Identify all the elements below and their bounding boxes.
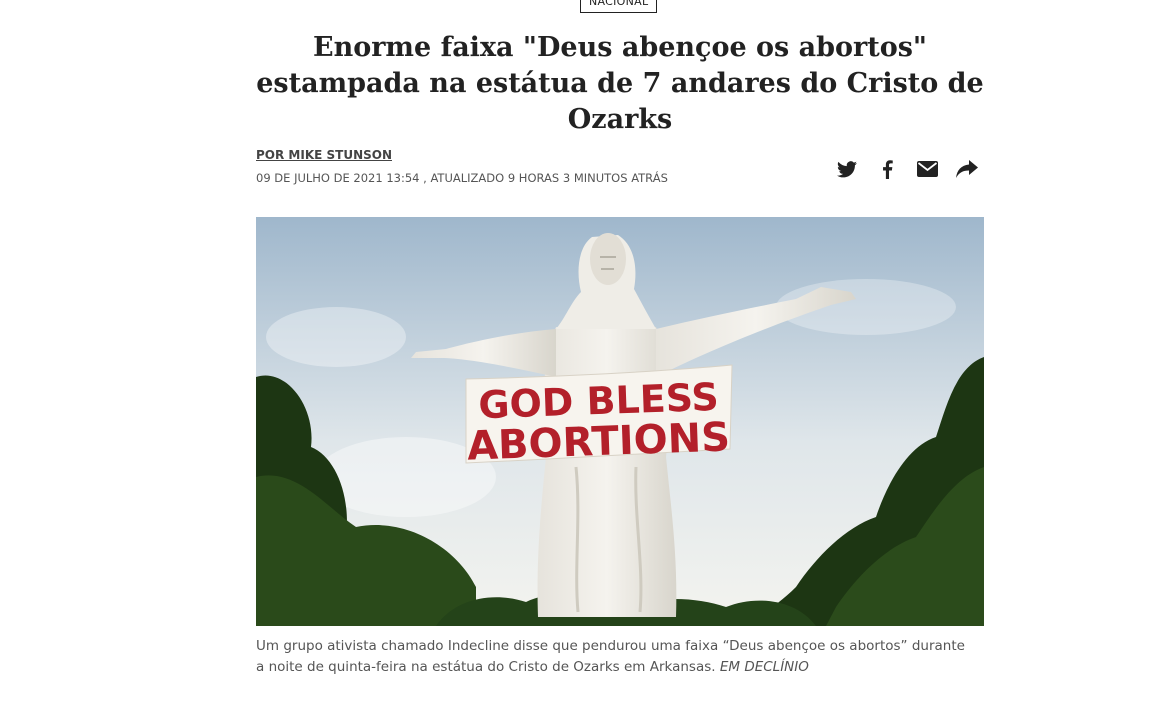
photo-caption: Um grupo ativista chamado Indecline diss… — [256, 636, 976, 678]
photo-credit: EM DECLÍNIO — [719, 659, 809, 675]
article-photo: GOD BLESS ABORTIONS — [256, 217, 984, 626]
email-icon[interactable] — [916, 158, 938, 180]
facebook-icon[interactable] — [876, 158, 898, 180]
twitter-icon[interactable] — [836, 158, 858, 180]
section-tag[interactable]: NACIONAL — [580, 0, 658, 13]
article-headline: Enorme faixa "Deus abençoe os abortos" e… — [256, 32, 984, 135]
share-icon[interactable] — [956, 158, 978, 180]
article-dateline: 09 DE JULHO DE 2021 13:54 , ATUALIZADO 9… — [256, 171, 668, 185]
caption-text: Um grupo ativista chamado Indecline diss… — [256, 638, 965, 675]
banner-text-line2: ABORTIONS — [466, 414, 730, 469]
share-bar — [836, 158, 978, 180]
author-byline[interactable]: POR MIKE STUNSON — [256, 148, 392, 162]
